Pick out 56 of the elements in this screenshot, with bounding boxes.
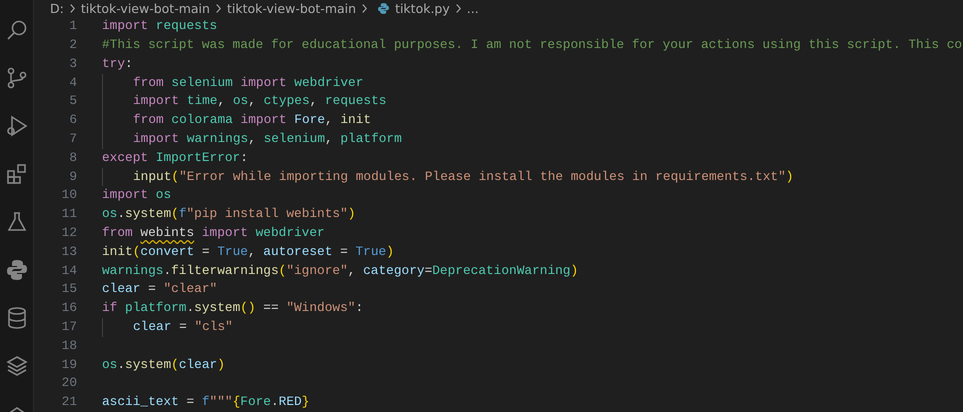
breadcrumb-item[interactable]: tiktok-view-bot-main [226, 1, 356, 16]
code-line: clear = "clear" [102, 281, 218, 296]
code-line: clear = "cls" [133, 319, 233, 334]
code-line: from webints import webdriver [102, 225, 325, 240]
line-number: 18 [60, 336, 77, 355]
line-number: 7 [68, 130, 77, 148]
chevron-icon [214, 3, 222, 14]
breadcrumb-item[interactable]: ... [466, 1, 479, 16]
code-line: import warnings, selenium, platform [133, 131, 402, 146]
python-file-icon [377, 2, 390, 16]
line-number: 19 [60, 356, 77, 374]
line-number: 16 [60, 299, 77, 318]
code-line: init(convert = True, autoreset = True) [102, 244, 394, 259]
line-number: 5 [68, 92, 77, 110]
breadcrumb-item[interactable]: D: [50, 1, 64, 16]
code-line: import os [102, 187, 172, 202]
code-line: #This script was made for educational purposes. I am not responsible for your actions using this script. This co [102, 37, 962, 52]
search-icon[interactable] [4, 18, 28, 42]
code-line: import time, os, ctypes, requests [133, 93, 386, 108]
line-number: 12 [60, 224, 77, 242]
run-debug-icon[interactable] [4, 114, 28, 138]
code-line: if platform.system() == "Windows": [102, 300, 364, 316]
chevron-icon [454, 3, 462, 14]
code-line: except ImportError: [102, 150, 248, 165]
chevron-icon [361, 3, 368, 14]
code-line: ascii_text = f"""{Fore.RED} [102, 394, 310, 410]
line-number: 10 [60, 186, 77, 204]
line-number: 3 [68, 54, 77, 73]
line-number: 15 [60, 280, 77, 298]
flask-icon[interactable] [4, 210, 28, 234]
source-control-icon[interactable] [4, 66, 28, 90]
code-line: import requests [102, 18, 218, 34]
code-line: try: [102, 56, 133, 71]
code-line: from colorama import Fore, init [133, 112, 372, 128]
line-number: 4 [68, 74, 77, 92]
line-number: 17 [60, 318, 77, 336]
code-line: os.system(f"pip install webints") [102, 206, 356, 222]
line-number: 1 [68, 17, 77, 36]
code-line: os.system(clear) [102, 356, 225, 372]
line-number: 11 [60, 205, 77, 224]
line-number: 21 [60, 393, 77, 412]
breadcrumb-item[interactable]: tiktok.py [395, 1, 450, 16]
breadcrumb-item[interactable]: tiktok-view-bot-main [80, 1, 210, 16]
line-number: 20 [60, 374, 77, 392]
chevron-icon [68, 3, 76, 14]
python-icon[interactable] [4, 258, 28, 282]
extensions-icon[interactable] [4, 162, 28, 186]
code-line: input("Error while importing modules. Please install the modules in requirements.txt") [133, 168, 794, 184]
line-number: 6 [68, 111, 77, 130]
line-number: 14 [60, 262, 77, 280]
code-line: warnings.filterwarnings("ignore", category=DeprecationWarning) [102, 262, 578, 278]
line-number: 2 [68, 36, 77, 54]
line-number: 8 [68, 148, 77, 167]
code-line: from selenium import webdriver [133, 74, 364, 90]
line-number: 13 [60, 242, 77, 261]
line-number: 9 [68, 168, 77, 186]
